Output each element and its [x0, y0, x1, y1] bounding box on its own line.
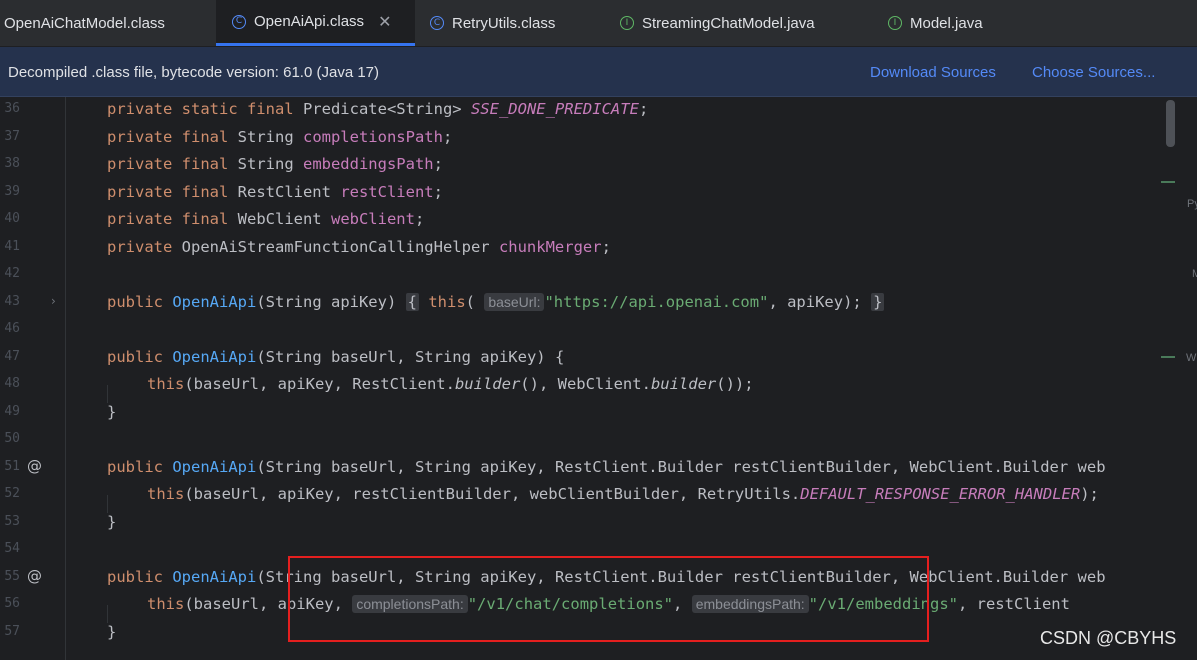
side-panel-label[interactable]: M — [1192, 268, 1197, 280]
close-icon[interactable]: ✕ — [378, 12, 391, 31]
code-text: private final RestClient restClient; — [107, 182, 443, 201]
code-text: } — [107, 402, 117, 421]
code-line: 37 private final String completionsPath; — [0, 125, 1197, 152]
annotation-at-icon[interactable]: @ — [27, 567, 42, 585]
code-line: 51 @ public OpenAiApi(String baseUrl, St… — [0, 455, 1197, 482]
code-text: private final String embeddingsPath; — [107, 155, 443, 173]
code-line: 53 } — [0, 510, 1197, 537]
code-text: private final String completionsPath; — [107, 127, 453, 146]
side-panel-label[interactable]: W — [1186, 352, 1196, 364]
line-number: 47 — [4, 348, 20, 364]
line-number: 41 — [4, 238, 20, 254]
line-number: 43 — [4, 293, 20, 309]
line-number: 56 — [4, 596, 20, 611]
code-text: public OpenAiApi(String baseUrl, String … — [107, 347, 565, 366]
code-text: public OpenAiApi(String baseUrl, String … — [107, 457, 1106, 476]
code-text: private final WebClient webClient; — [107, 210, 425, 228]
line-number: 53 — [4, 513, 20, 529]
banner-message: Decompiled .class file, bytecode version… — [8, 64, 380, 81]
code-line: 49 } — [0, 400, 1197, 427]
highlight-box — [288, 556, 929, 642]
line-number: 42 — [4, 266, 20, 281]
vertical-scrollbar[interactable] — [1166, 100, 1175, 147]
change-marker — [1161, 181, 1175, 183]
code-text: private OpenAiStreamFunctionCallingHelpe… — [107, 237, 611, 256]
line-number: 46 — [4, 321, 20, 336]
line-number: 54 — [4, 541, 20, 556]
code-line: 36 private static final Predicate<String… — [0, 97, 1197, 124]
code-line: 41 private OpenAiStreamFunctionCallingHe… — [0, 235, 1197, 262]
line-number: 52 — [4, 486, 20, 501]
line-number: 55 — [4, 568, 20, 584]
change-marker — [1161, 356, 1175, 358]
editor-tab-bar: OpenAiChatModel.class C OpenAiApi.class … — [0, 0, 1197, 47]
interface-icon: I — [888, 16, 902, 30]
side-panel-label[interactable]: Py — [1187, 198, 1197, 210]
code-line: 38 private final String embeddingsPath; — [0, 152, 1197, 179]
tab-streamingchatmodel[interactable]: I StreamingChatModel.java — [620, 0, 860, 46]
tab-label: RetryUtils.class — [452, 14, 556, 32]
inlay-hint-baseurl: baseUrl: — [484, 292, 545, 311]
interface-icon: I — [620, 16, 634, 30]
code-line: 42 — [0, 262, 1197, 289]
code-line: 39 private final RestClient restClient; — [0, 180, 1197, 207]
code-line: 47 public OpenAiApi(String baseUrl, Stri… — [0, 345, 1197, 372]
code-text: } — [107, 622, 117, 641]
code-line: 52 this(baseUrl, apiKey, restClientBuild… — [0, 482, 1197, 509]
line-number: 49 — [4, 403, 20, 419]
line-number: 37 — [4, 128, 20, 144]
code-line: 48 this(baseUrl, apiKey, RestClient.buil… — [0, 372, 1197, 399]
code-line: 43 › public OpenAiApi(String apiKey) { t… — [0, 290, 1197, 317]
annotation-at-icon[interactable]: @ — [27, 457, 42, 475]
download-sources-link[interactable]: Download Sources — [870, 64, 996, 81]
line-number: 40 — [4, 211, 20, 226]
line-number: 50 — [4, 431, 20, 446]
tab-openaichatmodel[interactable]: OpenAiChatModel.class — [4, 0, 210, 46]
line-number: 38 — [4, 156, 20, 171]
line-number: 51 — [4, 458, 20, 474]
code-text: this(baseUrl, apiKey, restClientBuilder,… — [147, 485, 1099, 503]
chevron-right-icon[interactable]: › — [51, 294, 56, 308]
code-line: 40 private final WebClient webClient; — [0, 207, 1197, 234]
code-text: private static final Predicate<String> S… — [107, 100, 649, 118]
tab-label: OpenAiChatModel.class — [4, 14, 165, 32]
line-number: 39 — [4, 183, 20, 199]
line-number: 57 — [4, 623, 20, 639]
code-line: 50 — [0, 427, 1197, 454]
tab-label: OpenAiApi.class — [254, 13, 365, 30]
tab-retryutils[interactable]: C RetryUtils.class — [430, 0, 610, 46]
choose-sources-link[interactable]: Choose Sources... — [1032, 64, 1155, 81]
code-text: this(baseUrl, apiKey, RestClient.builder… — [147, 375, 754, 393]
tab-label: Model.java — [910, 14, 983, 32]
tab-model[interactable]: I Model.java — [888, 0, 1033, 46]
code-text: } — [107, 512, 117, 531]
code-line: 46 — [0, 317, 1197, 344]
code-text: public OpenAiApi(String apiKey) { this( … — [107, 292, 885, 311]
watermark: CSDN @CBYHS — [1040, 628, 1177, 648]
tab-label: StreamingChatModel.java — [642, 14, 815, 32]
line-number: 48 — [4, 376, 20, 391]
class-icon: C — [232, 14, 246, 29]
class-icon: C — [430, 16, 444, 30]
decompiled-banner: Decompiled .class file, bytecode version… — [0, 47, 1197, 97]
line-number: 36 — [4, 101, 20, 116]
tab-openaiapi[interactable]: C OpenAiApi.class ✕ — [216, 0, 415, 46]
